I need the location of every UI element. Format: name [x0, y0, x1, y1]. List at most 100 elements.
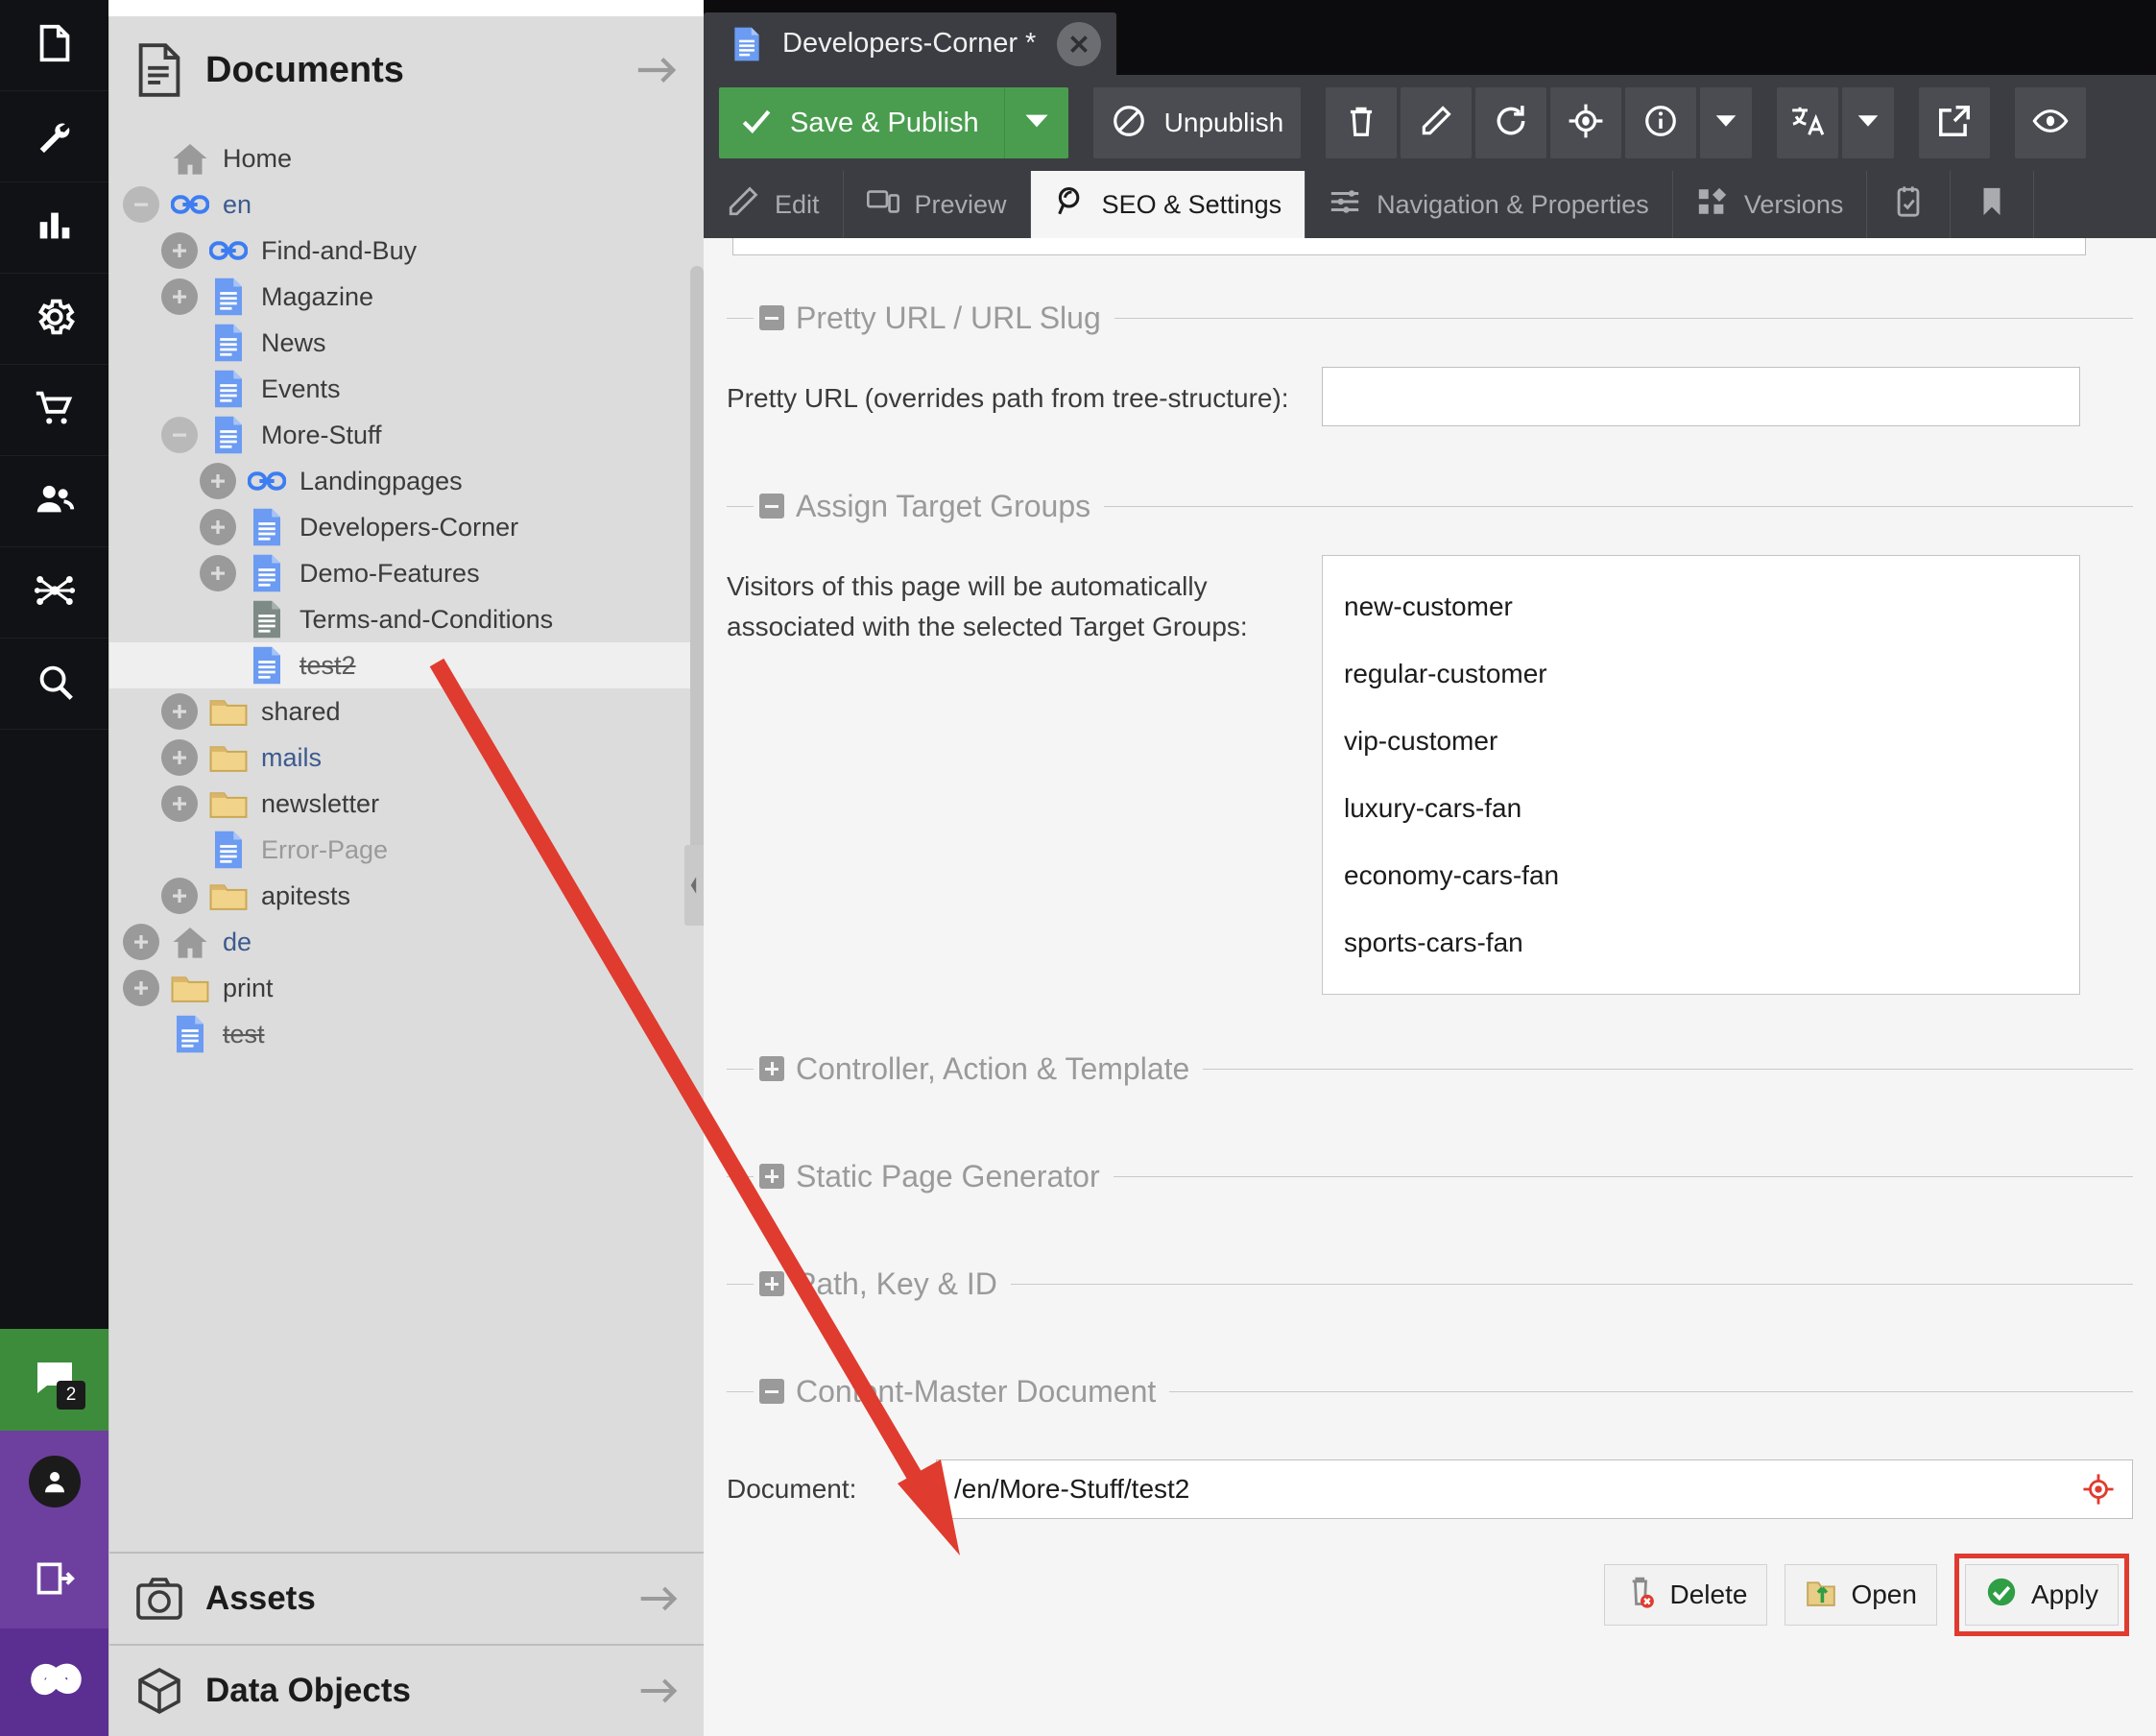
target-group-option[interactable]: new-customer [1323, 573, 2079, 640]
expand-node-icon[interactable] [161, 232, 198, 269]
tree-node-shared[interactable]: shared [109, 688, 704, 735]
tree-node-test2[interactable]: test2 [109, 642, 704, 688]
rail-item-search[interactable] [0, 639, 108, 730]
section-static-page-header[interactable]: Static Page Generator [727, 1152, 2133, 1200]
save-publish-button[interactable]: Save & Publish [719, 87, 1068, 158]
expand-toggle-icon[interactable] [759, 1271, 784, 1296]
expand-node-icon[interactable] [161, 278, 198, 315]
rail-item-notifications[interactable]: 2 [0, 1329, 108, 1431]
expand-node-icon[interactable] [161, 878, 198, 914]
translate-dropdown-button[interactable] [1842, 87, 1894, 158]
tree-node-home[interactable]: Home [109, 135, 704, 181]
delete-button[interactable]: Delete [1604, 1564, 1768, 1626]
info-dropdown-button[interactable] [1700, 87, 1752, 158]
save-publish-dropdown[interactable] [1005, 87, 1068, 158]
accordion-assets-arrow-icon[interactable] [637, 1580, 680, 1617]
tree-node-landingpages[interactable]: Landingpages [109, 458, 704, 504]
tree-node-magazine[interactable]: Magazine [109, 274, 704, 320]
target-group-option[interactable]: regular-customer [1323, 640, 2079, 708]
accordion-data-objects-arrow-icon[interactable] [637, 1673, 680, 1709]
collapse-node-icon[interactable] [161, 417, 198, 453]
tree-node-events[interactable]: Events [109, 366, 704, 412]
apply-button[interactable]: Apply [1965, 1564, 2119, 1626]
delete-button[interactable] [1326, 87, 1397, 158]
accordion-assets[interactable]: Assets [109, 1552, 705, 1644]
previous-section-input[interactable] [732, 238, 2086, 255]
rail-item-profile[interactable] [0, 1431, 108, 1532]
reload-button[interactable] [1475, 87, 1546, 158]
target-groups-list[interactable]: new-customerregular-customervip-customer… [1322, 555, 2080, 995]
rail-item-documents[interactable] [0, 0, 108, 91]
pretty-url-input[interactable] [1322, 367, 2080, 426]
rail-item-tools[interactable] [0, 91, 108, 182]
section-pretty-url-header[interactable]: Pretty URL / URL Slug [727, 294, 2133, 342]
target-group-option[interactable]: luxury-cars-fan [1323, 775, 2079, 842]
save-publish-main[interactable]: Save & Publish [719, 87, 1005, 158]
target-group-option[interactable]: vip-customer [1323, 708, 2079, 775]
tab-schedule[interactable] [1867, 171, 1951, 238]
rail-item-customers[interactable] [0, 456, 108, 547]
section-content-master-header[interactable]: Content-Master Document [727, 1367, 2133, 1415]
collapse-toggle-icon[interactable] [759, 305, 784, 330]
accordion-data-objects[interactable]: Data Objects [109, 1644, 705, 1736]
tab-edit[interactable]: Edit [704, 171, 844, 238]
tree-node-mails[interactable]: mails [109, 735, 704, 781]
close-icon[interactable] [1057, 22, 1101, 66]
tree-node-demo-features[interactable]: Demo-Features [109, 550, 704, 596]
expand-toggle-icon[interactable] [759, 1164, 784, 1189]
section-path-key-id-header[interactable]: Path, Key & ID [727, 1260, 2133, 1308]
tab-bookmark[interactable] [1951, 171, 2034, 238]
unpublish-button[interactable]: Unpublish [1093, 87, 1302, 158]
tree-node-news[interactable]: News [109, 320, 704, 366]
tree-node-apitests[interactable]: apitests [109, 873, 704, 919]
expand-node-icon[interactable] [200, 509, 236, 545]
tree-node-error-page[interactable]: Error-Page [109, 827, 704, 873]
translate-button[interactable] [1777, 87, 1838, 158]
rail-item-marketing[interactable] [0, 547, 108, 639]
target-icon[interactable] [2082, 1473, 2115, 1506]
tree-node-print[interactable]: print [109, 965, 704, 1011]
tab-preview[interactable]: Preview [844, 171, 1031, 238]
locate-in-tree-button[interactable] [1550, 87, 1621, 158]
tree-node-more-stuff[interactable]: More-Stuff [109, 412, 704, 458]
tab-versions[interactable]: Versions [1673, 171, 1868, 238]
expand-node-icon[interactable] [123, 970, 159, 1006]
collapse-toggle-icon[interactable] [759, 494, 784, 518]
rail-item-settings[interactable] [0, 274, 108, 365]
tree-node-de[interactable]: de [109, 919, 704, 965]
tree-collapse-handle[interactable] [684, 845, 704, 926]
preview-button[interactable] [2015, 87, 2086, 158]
section-controller-header[interactable]: Controller, Action & Template [727, 1045, 2133, 1093]
rename-button[interactable] [1401, 87, 1472, 158]
rail-item-logout[interactable] [0, 1532, 108, 1628]
expand-node-icon[interactable] [161, 785, 198, 822]
rail-item-reports[interactable] [0, 182, 108, 274]
expand-toggle-icon[interactable] [759, 1056, 784, 1081]
tree-node-terms-and-conditions[interactable]: Terms-and-Conditions [109, 596, 704, 642]
tree-node-en[interactable]: en [109, 181, 704, 228]
expand-node-icon[interactable] [200, 555, 236, 591]
expand-node-icon[interactable] [123, 924, 159, 960]
tree-node-test[interactable]: test [109, 1011, 704, 1057]
tree-node-developers-corner[interactable]: Developers-Corner [109, 504, 704, 550]
tree-node-find-and-buy[interactable]: Find-and-Buy [109, 228, 704, 274]
expand-node-icon[interactable] [161, 739, 198, 776]
tree-expand-arrow-icon[interactable] [635, 51, 679, 89]
rail-item-ecommerce[interactable] [0, 365, 108, 456]
target-group-option[interactable]: sports-cars-fan [1323, 909, 2079, 976]
content-master-document-input[interactable]: /en/More-Stuff/test2 [936, 1459, 2133, 1519]
tab-seo-settings[interactable]: SEO & Settings [1031, 171, 1306, 238]
open-button[interactable]: Open [1785, 1564, 1937, 1626]
tab-navigation-properties[interactable]: Navigation & Properties [1306, 171, 1673, 238]
open-external-button[interactable] [1919, 87, 1990, 158]
collapse-node-icon[interactable] [123, 186, 159, 223]
collapse-toggle-icon[interactable] [759, 1379, 784, 1404]
tree-scrollbar[interactable] [690, 266, 704, 880]
info-button[interactable] [1625, 87, 1696, 158]
expand-node-icon[interactable] [200, 463, 236, 499]
target-group-option[interactable]: economy-cars-fan [1323, 842, 2079, 909]
tree-node-newsletter[interactable]: newsletter [109, 781, 704, 827]
expand-node-icon[interactable] [161, 693, 198, 730]
document-tab-developers-corner[interactable]: Developers-Corner * [704, 12, 1116, 75]
section-target-groups-header[interactable]: Assign Target Groups [727, 482, 2133, 530]
